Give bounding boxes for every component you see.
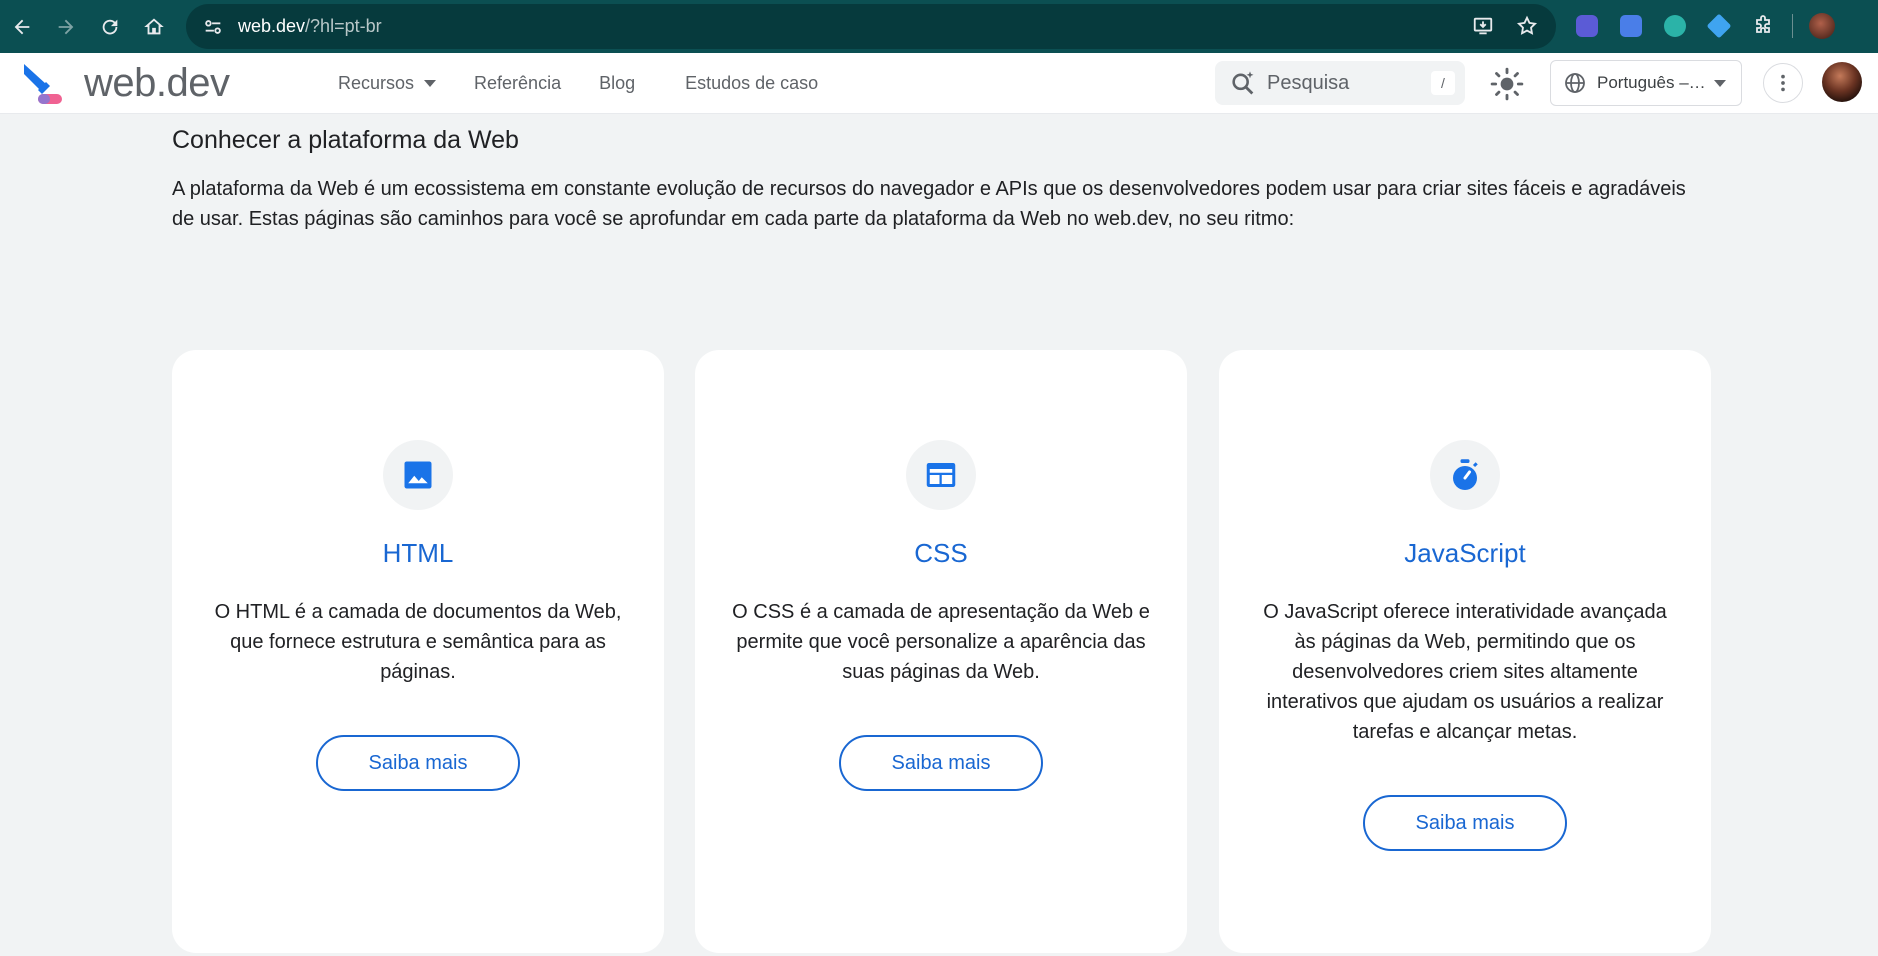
language-label: Português –… [1597,73,1706,92]
search-input[interactable]: Pesquisa / [1215,61,1465,105]
card-title[interactable]: CSS [695,538,1187,569]
top-navigation: Recursos Referência Blog Estudos de caso [338,53,856,113]
toolbar-divider [1792,14,1793,38]
extension-button[interactable] [1616,8,1646,44]
chevron-down-icon [1713,79,1726,87]
nav-item-label: Blog [599,72,636,93]
nav-item-recursos[interactable]: Recursos [338,72,437,94]
card-icon-container [383,440,453,510]
card-icon-container [906,440,976,510]
puzzle-icon [1756,15,1770,33]
forward-button[interactable] [48,9,84,45]
url-path: /?hl=pt-br [305,16,382,36]
main-content: Conhecer a plataforma da Web A plataform… [0,114,1878,956]
download-extension-icon [1664,15,1686,37]
extension-button[interactable] [1704,8,1734,44]
chevron-down-icon [424,79,437,87]
card-description: O HTML é a camada de documentos da Web, … [214,601,622,683]
learn-more-button[interactable]: Saiba mais [316,735,520,791]
logo-text: web.dev [84,60,230,105]
search-shortcut-hint: / [1431,71,1455,95]
webdev-logo-icon [24,64,62,104]
avatar [1809,13,1835,39]
image-icon [404,461,432,489]
card-icon-container [1430,440,1500,510]
nav-item-label: Referência [474,72,562,93]
page-title: Conhecer a plataforma da Web [172,126,519,154]
learn-more-button[interactable]: Saiba mais [839,735,1043,791]
arrow-right-icon [58,19,74,34]
arrow-left-icon [14,19,30,34]
install-icon [1473,17,1493,35]
back-button[interactable] [4,9,40,45]
install-app-button[interactable] [1468,11,1498,41]
browser-toolbar: web.dev/?hl=pt-br [0,0,1878,53]
reload-icon [102,19,118,34]
card-description: O CSS é a camada de apresentação da Web … [732,601,1150,683]
card-title[interactable]: JavaScript [1219,538,1711,569]
snowflake-extension-icon [1576,15,1598,37]
page-description: A plataforma da Web é um ecossistema em … [172,178,1686,230]
card-javascript: JavaScript O JavaScript oferece interati… [1219,350,1711,953]
cube-extension-icon [1706,13,1732,39]
site-logo[interactable]: web.dev [20,60,230,106]
url-host: web.dev [238,16,306,36]
browser-nav [4,9,172,45]
star-icon [1516,15,1538,35]
translate-extension-icon [1620,15,1642,37]
extensions-bar [1572,8,1837,44]
search-placeholder: Pesquisa [1267,71,1350,94]
card-css: CSS O CSS é a camada de apresentação da … [695,350,1187,953]
learn-more-button[interactable]: Saiba mais [1363,795,1567,851]
language-selector[interactable]: Português –… [1550,60,1742,106]
timer-icon [1453,459,1478,490]
home-icon [144,17,164,34]
card-description: O JavaScript oferece interatividade avan… [1263,601,1667,743]
extension-button[interactable] [1572,8,1602,44]
sun-icon [1490,67,1524,101]
extension-button[interactable] [1660,8,1690,44]
address-bar[interactable]: web.dev/?hl=pt-br [186,4,1556,49]
nav-item-referencia[interactable]: Referência [474,73,561,94]
card-html: HTML O HTML é a camada de documentos da … [172,350,664,953]
profile-button[interactable] [1807,8,1837,44]
theme-toggle-button[interactable] [1490,67,1524,101]
more-options-button[interactable] [1763,63,1803,103]
more-vert-icon [1781,74,1785,92]
home-button[interactable] [136,9,172,45]
card-title[interactable]: HTML [172,538,664,569]
web-layout-icon [926,463,956,487]
avatar[interactable] [1822,62,1862,102]
reload-button[interactable] [92,9,128,45]
nav-item-estudos-de-caso[interactable]: Estudos de caso [685,73,818,94]
nav-item-label: Recursos [338,72,415,93]
nav-item-blog[interactable]: Blog [599,73,635,94]
bookmark-button[interactable] [1512,11,1542,41]
site-settings-icon[interactable] [198,12,228,42]
url-text[interactable]: web.dev/?hl=pt-br [238,16,382,37]
extensions-menu-button[interactable] [1748,8,1778,44]
nav-item-label: Estudos de caso [685,72,819,93]
globe-icon [1565,73,1585,93]
site-header: web.dev Recursos Referência Blog Estudos… [0,53,1878,114]
search-sparkle-icon [1232,71,1254,95]
